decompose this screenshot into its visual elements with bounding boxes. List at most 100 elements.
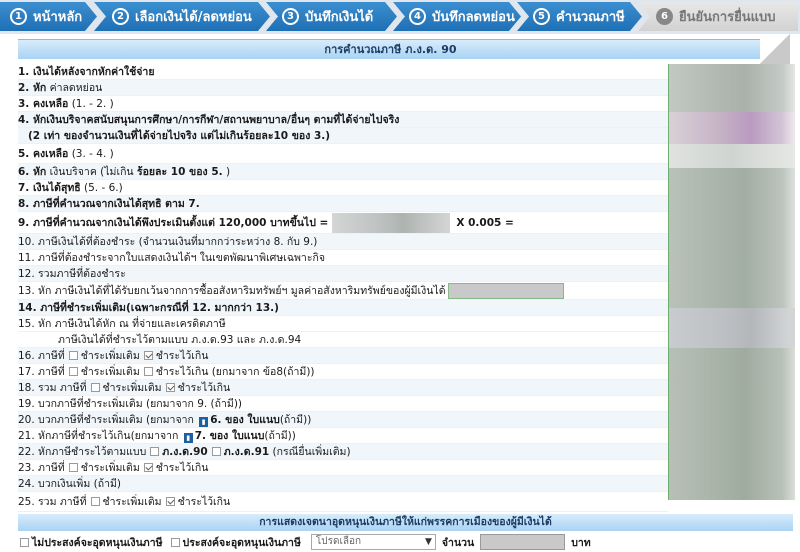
- row-label: 7. เงินได้สุทธิ: [18, 182, 81, 194]
- value-cell-blurred: [669, 144, 795, 168]
- option-label: ชำระไว้เกิน: [177, 382, 231, 394]
- row-label: 9. ภาษีที่คำนวณจากเงินได้พึงประเมินตั้งแ…: [18, 217, 329, 229]
- row-25: 25. รวม ภาษีที่ ชำระเพิ่มเติม ชำระไว้เกิน: [18, 492, 668, 512]
- party-support-title: การแสดงเจตนาอุดหนุนเงินภาษีให้แก่พรรคการ…: [18, 514, 793, 531]
- row-label: (2 เท่า ของจำนวนเงินที่ได้จ่ายไปจริง แต่…: [28, 130, 331, 142]
- row-11: 11. ภาษีที่ต้องชำระจากใบแสดงเงินได้ฯ ในเ…: [18, 250, 668, 266]
- row-label: 16. ภาษีที่: [18, 350, 65, 362]
- row-label: 5. คงเหลือ: [18, 148, 69, 160]
- row-text: (กรณียื่นเพิ่มเติม): [269, 446, 351, 458]
- step-number-icon: 1: [10, 8, 27, 25]
- party-support-row: ไม่ประสงค์จะอุดหนุนเงินภาษี ประสงค์จะอุด…: [18, 533, 793, 551]
- step-label: บันทึกลดหย่อน: [432, 10, 515, 25]
- support-label: ประสงค์จะอุดหนุนเงินภาษี: [182, 536, 301, 549]
- checkbox-extra[interactable]: [90, 497, 100, 506]
- row-label: 24. บวกเงินเพิ่ม (ถ้ามี): [18, 478, 121, 490]
- row-4: 4. หักเงินบริจาคสนับสนุนการศึกษา/การกีฬา…: [18, 112, 668, 128]
- option-label: ชำระเพิ่มเติม: [102, 496, 162, 508]
- step-record-income[interactable]: 3 บันทึกเงินได้: [266, 2, 397, 31]
- value-cell-blurred: [669, 168, 795, 308]
- row-label: 6. หัก: [18, 166, 47, 178]
- section-title: การคำนวณภาษี ภ.ง.ด. 90: [18, 39, 763, 59]
- row-text: (ยกมาจาก: [130, 430, 182, 442]
- step-confirm-filing: 6 ยืนยันการยื่นแบบ: [638, 2, 798, 31]
- step-bar: 1 หน้าหลัก 2 เลือกเงินได้/ลดหย่อน 3 บันท…: [0, 0, 800, 34]
- row-label: 23. ภาษีที่: [18, 462, 65, 474]
- step-home[interactable]: 1 หน้าหลัก: [0, 2, 97, 31]
- row-12: 12. รวมภาษีที่ต้องชำระ: [18, 266, 668, 282]
- row-text: (1. - 2. ): [68, 98, 114, 110]
- option-label: ภ.ง.ด.91: [223, 446, 270, 458]
- step-calculate-tax[interactable]: 5 คำนวณภาษี: [517, 2, 642, 31]
- checkbox-overpaid[interactable]: [143, 463, 153, 472]
- step-number-icon: 5: [533, 8, 550, 25]
- property-value-input[interactable]: [447, 283, 564, 299]
- row-text: (ถ้ามี)): [264, 430, 296, 442]
- row-22: 22. หักภาษีชำระไว้ตามแบบ ภ.ง.ด.90 ภ.ง.ด.91…: [18, 444, 668, 460]
- step-label: บันทึกเงินได้: [305, 10, 374, 25]
- row-23: 23. ภาษีที่ ชำระเพิ่มเติม ชำระไว้เกิน: [18, 460, 668, 476]
- row-text: ค่าลดหย่อน: [46, 82, 103, 94]
- option-label: ชำระเพิ่มเติม: [102, 382, 162, 394]
- value-cell-blurred: [669, 348, 795, 500]
- row-3: 3. คงเหลือ (1. - 2. ): [18, 96, 668, 112]
- value-cell-blurred: [669, 112, 795, 144]
- row-5: 5. คงเหลือ (3. - 4. ): [18, 144, 668, 164]
- step-select-income[interactable]: 2 เลือกเงินได้/ลดหย่อน: [94, 2, 270, 31]
- option-label: ชำระเพิ่มเติม: [80, 462, 140, 474]
- value-cell-blurred: [669, 64, 795, 112]
- party-select-value: โปรดเลือก: [315, 536, 362, 547]
- row-8: 8. ภาษีที่คำนวณจากเงินได้สุทธิ ตาม 7.: [18, 196, 668, 212]
- step-label: ยืนยันการยื่นแบบ: [679, 10, 776, 25]
- option-label: ภ.ง.ด.90: [162, 446, 208, 458]
- row-4-note: (2 เท่า ของจำนวนเงินที่ได้จ่ายไปจริง แต่…: [18, 128, 668, 144]
- row-text-bold: (เฉพาะกรณีที่ 12. มากกว่า 13.): [125, 302, 279, 314]
- checkbox-extra[interactable]: [90, 383, 100, 392]
- row-14: 14. ภาษีที่ชำระเพิ่มเติม(เฉพาะกรณีที่ 12…: [18, 300, 668, 316]
- row-text: (3. - 4. ): [68, 148, 114, 160]
- row-6: 6. หัก เงินบริจาค (ไม่เกิน ร้อยละ 10 ของ…: [18, 164, 668, 180]
- row-text-bold: ร้อยละ 10 ของ 5.: [136, 166, 223, 178]
- step-number-icon: 3: [282, 8, 299, 25]
- row-label: 3. คงเหลือ: [18, 98, 69, 110]
- checkbox-no-support[interactable]: [20, 537, 29, 547]
- row-21: 21. หักภาษีที่ชำระไว้เกิน(ยกมาจาก ▮ 7. ขอ…: [18, 428, 668, 444]
- row-text-bold: 7. ของ ใบแนบ: [194, 430, 265, 442]
- page-fold-decoration: [760, 34, 790, 64]
- checkbox-support[interactable]: [170, 537, 180, 547]
- row-10: 10. ภาษีเงินได้ที่ต้องชำระ (จำนวนเงินที่…: [18, 234, 668, 250]
- option-label: ชำระไว้เกิน: [155, 350, 209, 362]
- no-support-label: ไม่ประสงค์จะอุดหนุนเงินภาษี: [32, 536, 163, 549]
- checkbox-overpaid[interactable]: [143, 367, 153, 376]
- checkbox-overpaid[interactable]: [165, 497, 175, 506]
- checkbox-overpaid[interactable]: [165, 383, 175, 392]
- attachment-icon[interactable]: ▮: [183, 433, 193, 443]
- row-7: 7. เงินได้สุทธิ (5. - 6.): [18, 180, 668, 196]
- option-label: ชำระเพิ่มเติม: [80, 366, 140, 378]
- party-select[interactable]: โปรดเลือก ▼: [310, 534, 436, 550]
- row-text-bold: X 0.005 =: [456, 217, 514, 229]
- row-label: 20. บวกภาษีที่ชำระเพิ่มเติม: [18, 414, 143, 426]
- checkbox-extra[interactable]: [68, 367, 78, 376]
- row-17: 17. ภาษีที่ ชำระเพิ่มเติม ชำระไว้เกิน (ยกม…: [18, 364, 668, 380]
- row-label: 10. ภาษีเงินได้ที่ต้องชำระ (จำนวนเงินที่…: [18, 236, 318, 248]
- checkbox-extra[interactable]: [68, 351, 78, 360]
- option-label: ชำระไว้เกิน: [155, 366, 209, 378]
- attachment-icon[interactable]: ▮: [199, 417, 209, 427]
- row-text: (ยกมาจาก 9. (ถ้ามี)): [142, 398, 243, 410]
- row-24: 24. บวกเงินเพิ่ม (ถ้ามี): [18, 476, 668, 492]
- amount-input[interactable]: [480, 534, 566, 550]
- value-column: [668, 64, 795, 500]
- step-label: หน้าหลัก: [33, 10, 83, 25]
- checkbox-extra[interactable]: [68, 463, 78, 472]
- checkbox-overpaid[interactable]: [143, 351, 153, 360]
- step-record-deduction[interactable]: 4 บันทึกลดหย่อน: [393, 2, 521, 31]
- option-label: ชำระเพิ่มเติม: [80, 350, 140, 362]
- row-15: 15. หัก ภาษีเงินได้หัก ณ ที่จ่ายและเครดิ…: [18, 316, 668, 332]
- row-13: 13. หัก ภาษีเงินได้ที่ได้รับยกเว้นจากการ…: [18, 282, 668, 300]
- checkbox-pnd90[interactable]: [150, 447, 160, 456]
- unit-label: บาท: [571, 536, 591, 549]
- checkbox-pnd91[interactable]: [211, 447, 221, 456]
- chevron-down-icon: ▼: [424, 537, 432, 547]
- row-label: 18. รวม ภาษีที่: [18, 382, 87, 394]
